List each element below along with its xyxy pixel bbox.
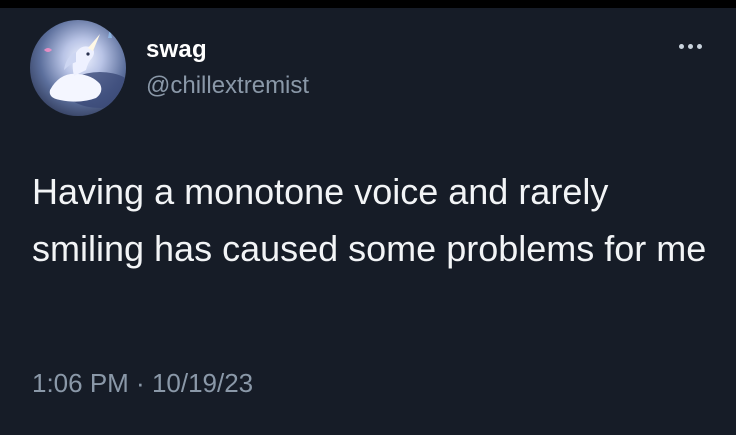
tweet-card: swag @chillextremist Having a monotone v… <box>0 0 736 435</box>
user-handle[interactable]: @chillextremist <box>146 72 309 100</box>
unicorn-avatar-image <box>44 28 126 108</box>
avatar[interactable] <box>30 20 126 116</box>
display-name[interactable]: swag <box>146 36 207 64</box>
top-edge-bar <box>0 0 736 8</box>
more-horizontal-icon-dot <box>696 43 702 49</box>
tweet-time: 1:06 PM <box>32 368 129 398</box>
more-horizontal-icon <box>678 43 684 49</box>
more-horizontal-icon-dot <box>687 43 693 49</box>
timestamp-separator: · <box>128 368 152 398</box>
tweet-text: Having a monotone voice and rarely smili… <box>32 171 707 269</box>
tweet-date: 10/19/23 <box>151 368 254 398</box>
more-options-button[interactable] <box>672 34 708 58</box>
tweet-timestamp[interactable]: 1:06 PM · 10/19/23 <box>32 368 253 399</box>
